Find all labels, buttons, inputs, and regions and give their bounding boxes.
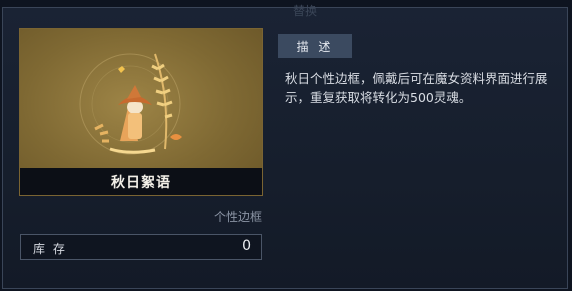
description-text: 秋日个性边框，佩戴后可在魔女资料界面进行展示，重复获取将转化为500灵魂。 [285,71,548,105]
tab-description[interactable]: 描 述 [278,34,352,58]
item-type-label: 个性边框 [213,210,262,224]
stock-field: 库 存 0 [20,234,262,260]
item-card[interactable]: 秋日絮语 [19,28,263,196]
item-name: 秋日絮语 [20,168,262,195]
autumn-frame-illustration [79,53,182,155]
header-ghost-title: 替换 [293,4,318,18]
stock-label: 库 存 [33,242,67,256]
stock-value: 0 [242,238,251,254]
